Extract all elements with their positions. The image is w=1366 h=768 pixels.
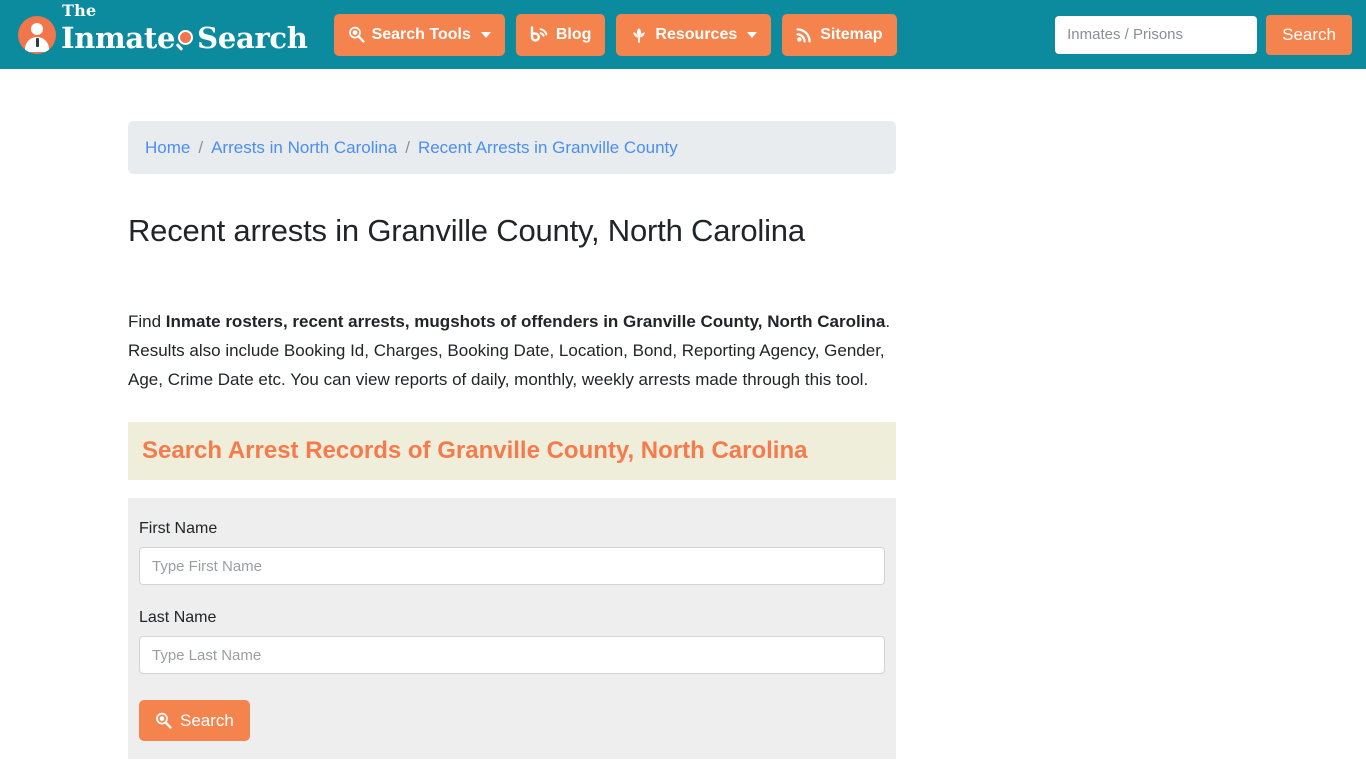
- blog-rss-icon: [530, 25, 549, 44]
- chevron-down-icon: [747, 31, 758, 38]
- nav-blog-button[interactable]: Blog: [515, 13, 606, 56]
- rss-icon: [796, 26, 813, 43]
- last-name-field-group: Last Name: [139, 609, 885, 674]
- content-container: Home / Arrests in North Carolina / Recen…: [128, 121, 896, 759]
- form-search-button[interactable]: Search: [139, 700, 250, 741]
- main-navigation: Search Tools Blog Resources Sitemap: [333, 13, 897, 56]
- nav-sitemap-button[interactable]: Sitemap: [782, 13, 897, 56]
- breadcrumb-item-home[interactable]: Home: [145, 138, 190, 158]
- brand-inmate-text: Inmate: [61, 20, 176, 55]
- last-name-label: Last Name: [139, 609, 217, 626]
- intro-bold: Inmate rosters, recent arrests, mugshots…: [165, 312, 886, 331]
- breadcrumb-separator: /: [405, 137, 410, 157]
- page-body: Home / Arrests in North Carolina / Recen…: [0, 69, 1366, 759]
- arrest-search-form: First Name Last Name Search: [128, 498, 896, 759]
- header-search-group: Search: [1055, 14, 1352, 55]
- breadcrumb-separator: /: [198, 137, 204, 157]
- form-search-label: Search: [180, 710, 234, 730]
- breadcrumb-item-arrests-nc[interactable]: Arrests in North Carolina: [211, 138, 397, 158]
- site-logo[interactable]: The Inmate Search: [18, 2, 308, 55]
- site-header: The Inmate Search Search Tools Blog Reso…: [0, 0, 1366, 69]
- intro-paragraph: Find Inmate rosters, recent arrests, mug…: [128, 307, 896, 394]
- page-title: Recent arrests in Granville County, Nort…: [128, 213, 805, 248]
- magnifier-icon: [175, 29, 196, 51]
- intro-lead: Find: [128, 312, 166, 331]
- inmate-avatar-icon: [18, 15, 56, 54]
- search-clock-icon: [348, 26, 365, 43]
- nav-search-tools-label: Search Tools: [371, 25, 471, 43]
- nav-resources-label: Resources: [655, 25, 738, 43]
- highlight-heading: Search Arrest Records of Granville Count…: [128, 422, 896, 480]
- brand-search-text: Search: [197, 20, 308, 55]
- nav-sitemap-label: Sitemap: [820, 25, 883, 43]
- breadcrumb-item-granville[interactable]: Recent Arrests in Granville County: [418, 138, 678, 158]
- first-name-field-group: First Name: [139, 520, 885, 585]
- highlight-heading-text: Search Arrest Records of Granville Count…: [142, 437, 808, 464]
- brand-wordmark: The Inmate Search: [58, 2, 308, 55]
- first-name-label: First Name: [139, 520, 218, 537]
- first-name-input[interactable]: [139, 547, 885, 585]
- leaf-icon: [630, 26, 648, 44]
- chevron-down-icon: [480, 31, 491, 38]
- brand-the-text: The: [62, 0, 97, 20]
- nav-search-tools-button[interactable]: Search Tools: [333, 13, 505, 56]
- breadcrumb: Home / Arrests in North Carolina / Recen…: [128, 121, 896, 174]
- header-search-button[interactable]: Search: [1266, 14, 1352, 55]
- nav-blog-label: Blog: [555, 25, 592, 43]
- last-name-input[interactable]: [139, 636, 885, 674]
- nav-resources-button[interactable]: Resources: [616, 13, 772, 56]
- header-search-input[interactable]: [1055, 15, 1258, 54]
- search-clock-icon: [155, 712, 172, 729]
